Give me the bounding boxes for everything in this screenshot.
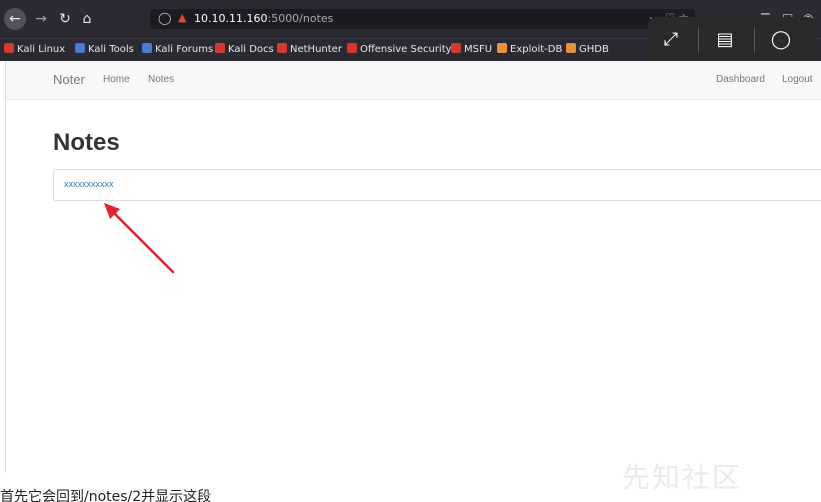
home-icon[interactable]: ⌂	[76, 8, 98, 30]
bookmark-item[interactable]: NetHunter	[277, 43, 342, 55]
bookmark-item[interactable]: Kali Forums	[142, 43, 213, 55]
url-bar[interactable]: ◯ ▲ 10.10.11.160:5000/notes ⋯ ♡ ☆	[150, 9, 695, 29]
site-brand[interactable]: Noter	[53, 72, 85, 87]
bookmark-item[interactable]: Offensive Security	[347, 43, 452, 55]
kali-forums-icon	[142, 43, 152, 53]
nav-logout-link[interactable]: Logout	[782, 74, 813, 85]
web-page: Noter Home Notes Dashboard Logout Notes …	[5, 61, 821, 473]
nav-dashboard-link[interactable]: Dashboard	[716, 74, 765, 85]
bookmark-label: Kali Forums	[155, 44, 214, 55]
bookmark-label: NetHunter	[290, 44, 342, 55]
bookmark-label: MSFU	[464, 44, 493, 55]
bookmark-item[interactable]: Kali Linux	[4, 43, 65, 55]
bookmark-label: Exploit-DB	[510, 44, 563, 55]
divider	[698, 27, 699, 53]
url-text[interactable]: 10.10.11.160:5000/notes	[194, 12, 333, 25]
bookmark-item[interactable]: Kali Docs	[215, 43, 274, 55]
kali-docs-icon	[215, 43, 225, 53]
bookmark-label: Kali Docs	[228, 44, 274, 55]
page-title: Notes	[53, 129, 120, 156]
url-path: :5000/notes	[267, 12, 334, 25]
bookmark-item[interactable]: GHDB	[566, 43, 609, 55]
browser-window: ← → ↻ ⌂ ◯ ▲ 10.10.11.160:5000/notes ⋯ ♡ …	[0, 0, 821, 502]
note-list: xxxxxxxxxxx	[53, 169, 821, 201]
nav-home-link[interactable]: Home	[103, 74, 130, 85]
reload-icon[interactable]: ↻	[54, 8, 76, 30]
kali-tools-icon	[75, 43, 85, 53]
bookmark-label: Kali Linux	[17, 44, 66, 55]
screenshot-toolbar: ⤢ ▤ ◯	[648, 17, 816, 63]
ghdb-icon	[566, 43, 576, 53]
note-link[interactable]: xxxxxxxxxxx	[64, 179, 114, 189]
shield-icon[interactable]: ◯	[158, 11, 171, 25]
bookmark-item[interactable]: MSFU	[451, 43, 492, 55]
kali-icon	[4, 43, 14, 53]
expand-icon[interactable]: ⤢	[656, 25, 686, 55]
msfu-icon	[451, 43, 461, 53]
back-icon[interactable]: ←	[4, 8, 26, 30]
offsec-icon	[347, 43, 357, 53]
caption-text: 首先它会回到/notes/2并显示这段	[0, 489, 212, 502]
nav-notes-link[interactable]: Notes	[148, 74, 174, 85]
site-navbar: Noter Home Notes Dashboard Logout	[6, 61, 821, 100]
bookmark-item[interactable]: Exploit-DB	[497, 43, 562, 55]
forward-icon[interactable]: →	[30, 8, 52, 30]
bookmark-label: Kali Tools	[88, 44, 134, 55]
nethunter-icon	[277, 43, 287, 53]
bookmark-label: GHDB	[579, 44, 609, 55]
ocr-icon[interactable]: ▤	[710, 25, 740, 55]
url-host: 10.10.11.160	[194, 12, 268, 25]
insecure-lock-icon[interactable]: ▲	[178, 11, 186, 24]
bookmark-label: Offensive Security	[360, 44, 452, 55]
bookmark-item[interactable]: Kali Tools	[75, 43, 134, 55]
watermark: 先知社区	[622, 461, 743, 494]
exploit-db-icon	[497, 43, 507, 53]
divider	[754, 27, 755, 53]
chat-icon[interactable]: ◯	[766, 25, 796, 55]
